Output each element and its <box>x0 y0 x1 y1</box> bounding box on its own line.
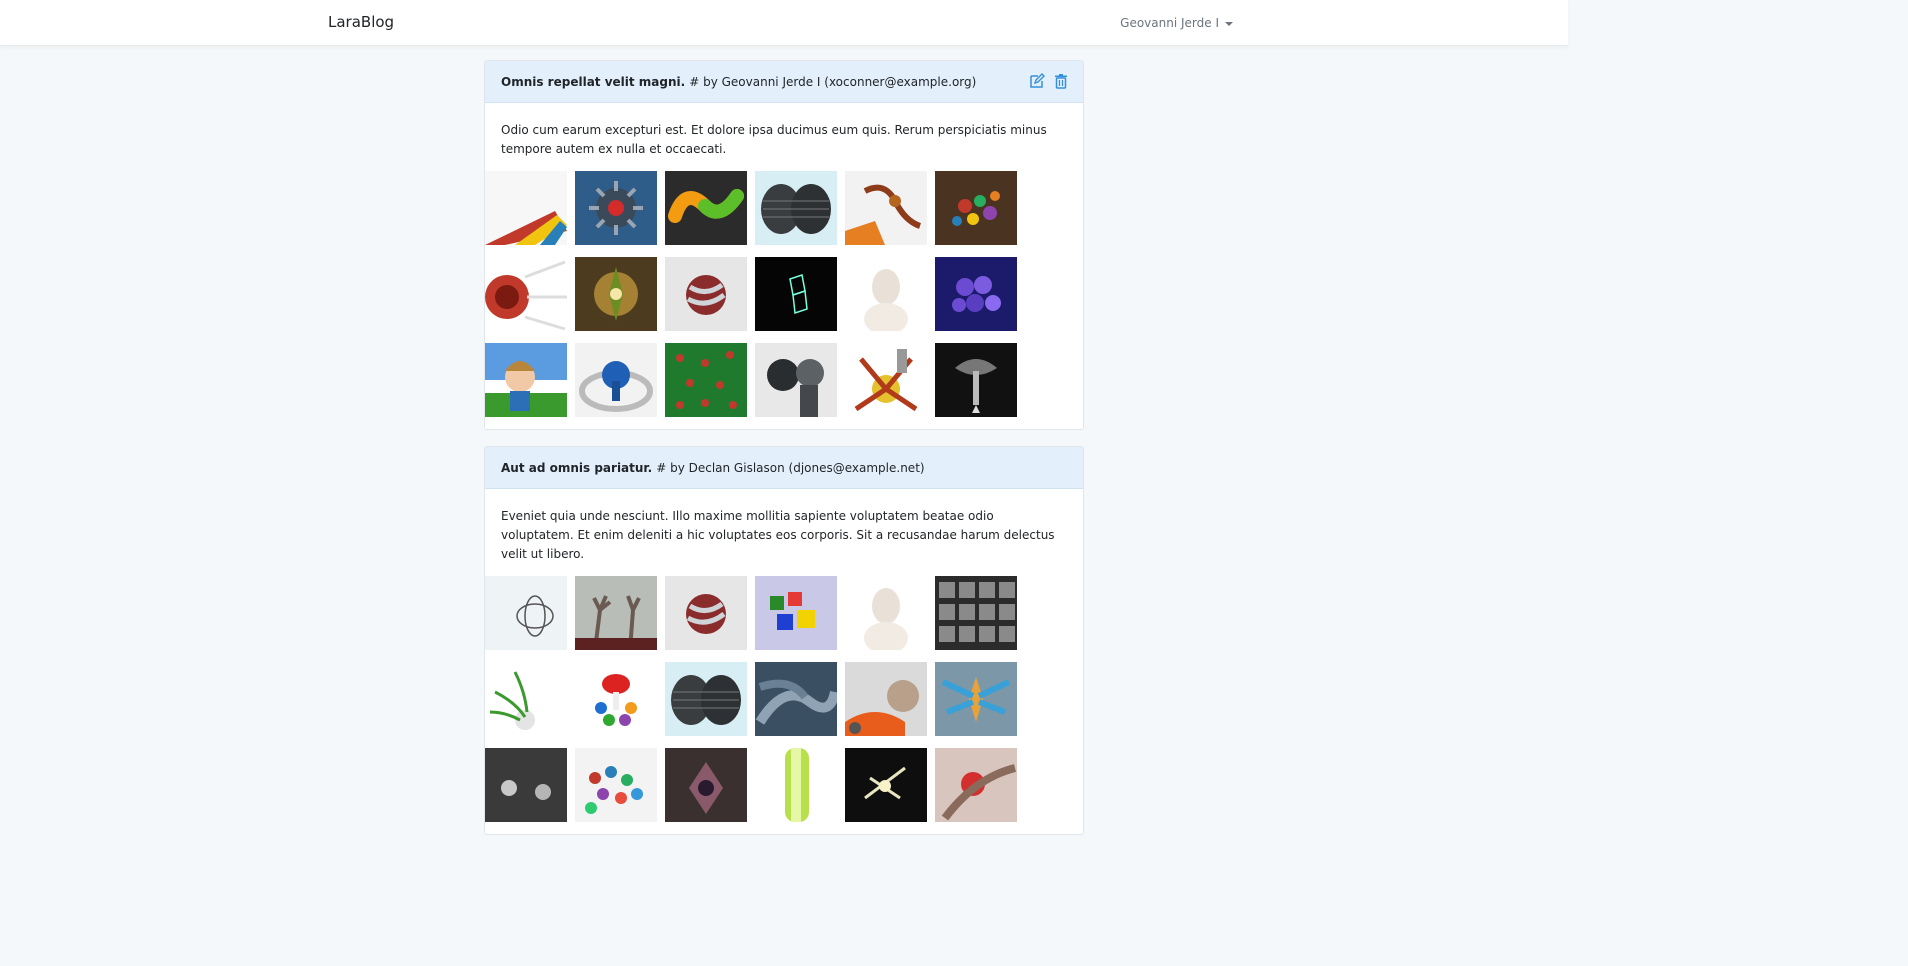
posts-container: Omnis repellat velit magni. # by Geovann… <box>484 60 1084 851</box>
gallery-image[interactable] <box>845 171 927 245</box>
user-dropdown[interactable]: Geovanni Jerde I <box>1120 16 1233 30</box>
navbar: LaraBlog Geovanni Jerde I <box>0 0 1568 46</box>
gallery-image[interactable] <box>575 171 657 245</box>
gallery-image[interactable] <box>935 257 1017 331</box>
gallery-image[interactable] <box>485 576 567 650</box>
gallery-image[interactable] <box>665 748 747 822</box>
post-card: Omnis repellat velit magni. # by Geovann… <box>484 60 1084 430</box>
gallery-image[interactable] <box>845 576 927 650</box>
post-card: Aut ad omnis pariatur. # by Declan Gisla… <box>484 446 1084 835</box>
gallery-image[interactable] <box>845 257 927 331</box>
gallery-image[interactable] <box>845 748 927 822</box>
post-header: Aut ad omnis pariatur. # by Declan Gisla… <box>485 447 1083 489</box>
trash-icon[interactable] <box>1053 73 1069 89</box>
post-gallery <box>485 171 1083 429</box>
gallery-image[interactable] <box>485 748 567 822</box>
post-gallery <box>485 576 1083 834</box>
post-title: Omnis repellat velit magni. <box>501 74 686 89</box>
gallery-image[interactable] <box>575 748 657 822</box>
gallery-image[interactable] <box>485 662 567 736</box>
gallery-image[interactable] <box>845 662 927 736</box>
gallery-image[interactable] <box>935 662 1017 736</box>
gallery-image[interactable] <box>935 171 1017 245</box>
post-body: Eveniet quia unde nesciunt. Illo maxime … <box>501 509 1055 561</box>
gallery-image[interactable] <box>755 576 837 650</box>
gallery-image[interactable] <box>755 662 837 736</box>
gallery-image[interactable] <box>665 662 747 736</box>
gallery-image[interactable] <box>485 171 567 245</box>
gallery-image[interactable] <box>755 748 837 822</box>
user-name: Geovanni Jerde I <box>1120 16 1219 30</box>
gallery-image[interactable] <box>665 171 747 245</box>
post-header: Omnis repellat velit magni. # by Geovann… <box>485 61 1083 103</box>
post-title: Aut ad omnis pariatur. <box>501 460 653 475</box>
gallery-image[interactable] <box>665 257 747 331</box>
gallery-image[interactable] <box>575 257 657 331</box>
gallery-image[interactable] <box>575 576 657 650</box>
gallery-image[interactable] <box>755 343 837 417</box>
gallery-image[interactable] <box>755 171 837 245</box>
gallery-image[interactable] <box>485 343 567 417</box>
gallery-image[interactable] <box>665 343 747 417</box>
chevron-down-icon <box>1225 22 1233 26</box>
gallery-image[interactable] <box>575 662 657 736</box>
post-meta: # by Declan Gislason (djones@example.net… <box>656 460 925 475</box>
post-body: Odio cum earum excepturi est. Et dolore … <box>501 123 1047 156</box>
gallery-image[interactable] <box>485 257 567 331</box>
edit-icon[interactable] <box>1029 73 1045 89</box>
brand-link[interactable]: LaraBlog <box>328 13 394 31</box>
gallery-image[interactable] <box>845 343 927 417</box>
gallery-image[interactable] <box>935 343 1017 417</box>
gallery-image[interactable] <box>935 748 1017 822</box>
gallery-image[interactable] <box>755 257 837 331</box>
gallery-image[interactable] <box>575 343 657 417</box>
post-actions <box>1029 73 1069 89</box>
gallery-image[interactable] <box>935 576 1017 650</box>
post-meta: # by Geovanni Jerde I (xoconner@example.… <box>689 74 977 89</box>
gallery-image[interactable] <box>665 576 747 650</box>
